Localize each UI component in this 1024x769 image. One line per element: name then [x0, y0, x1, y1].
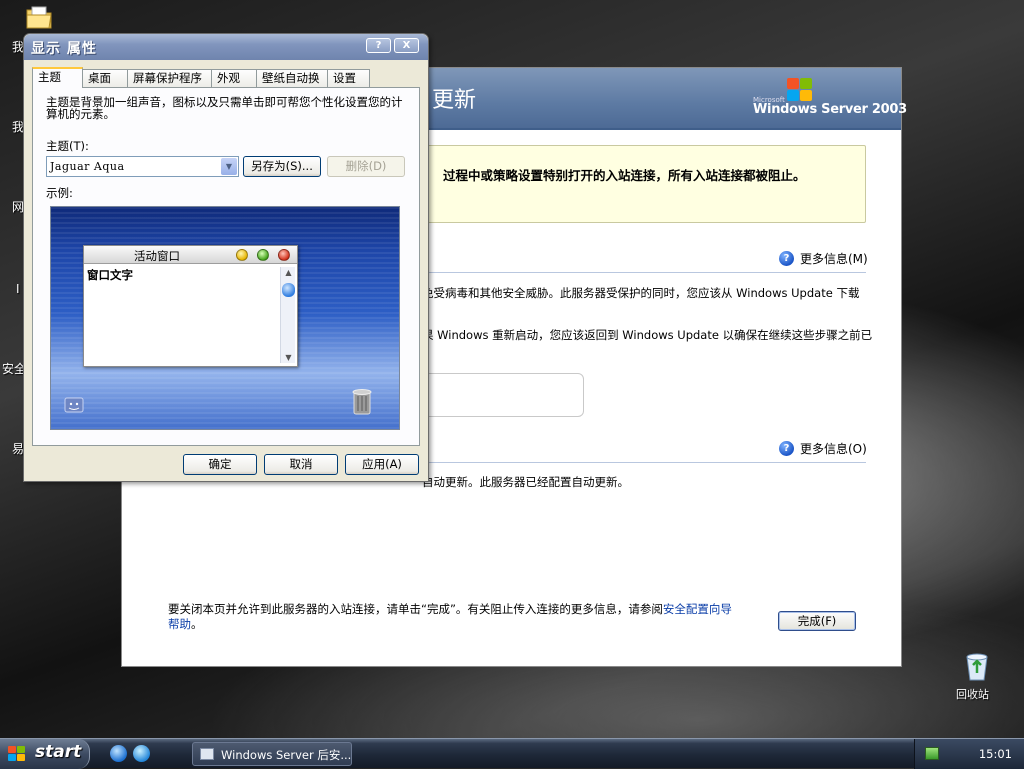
finish-button[interactable]: 完成(F) [778, 611, 856, 631]
chevron-down-icon[interactable]: ▼ [221, 158, 237, 175]
preview-active-window: 活动窗口 窗口文字 ▲ ▼ [83, 245, 298, 367]
updates-paragraph-line-1: 免受病毒和其他安全威胁。此服务器受保护的同时，您应该从 Windows Upda… [422, 286, 860, 300]
desktop-label-4[interactable]: I [16, 282, 20, 296]
more-info-label: 更多信息(M) [800, 252, 868, 266]
ok-button[interactable]: 确定 [183, 454, 257, 475]
scroll-down-icon: ▼ [285, 353, 292, 362]
updates-paragraph-line-2: 果 Windows 重新启动，您应该返回到 Windows Update 以确保… [422, 328, 873, 342]
more-info-link-1[interactable]: ? 更多信息(M) [779, 250, 868, 267]
system-tray: 15:01 [914, 739, 1024, 769]
finder-icon [63, 395, 85, 415]
taskbar-window-label: Windows Server 后安... [221, 748, 352, 762]
start-button[interactable]: start [0, 739, 90, 769]
start-label: start [35, 742, 82, 762]
windows-flag-icon [787, 78, 813, 102]
help-link[interactable]: 帮助 [168, 617, 191, 631]
help-button[interactable]: ? [366, 38, 391, 53]
theme-select-value: Jaguar Aqua [50, 160, 125, 173]
tab-desktop[interactable]: 桌面 [82, 69, 128, 88]
theme-preview: 活动窗口 窗口文字 ▲ ▼ [50, 206, 400, 430]
dialog-title-bar[interactable]: 显示 属性 ? X [24, 34, 428, 60]
update-now-link-box[interactable] [420, 373, 584, 417]
section-divider [422, 462, 866, 463]
taskbar: start Windows Server 后安... 15:01 [0, 738, 1024, 769]
tab-wallpaper-changer[interactable]: 壁纸自动换 [256, 69, 328, 88]
auto-update-paragraph: 自动更新。此服务器已经配置自动更新。 [422, 475, 629, 489]
quick-launch-browser-icon[interactable] [133, 745, 150, 762]
warning-text: 过程中或策略设置特别打开的入站连接，所有入站连接都被阻止。 [443, 168, 806, 183]
finish-instructions-text: 要关闭本页并允许到此服务器的入站连接，请单击“完成”。有关阻止传入连接的更多信息… [168, 602, 663, 616]
apply-button[interactable]: 应用(A) [345, 454, 419, 475]
finish-instructions: 要关闭本页并允许到此服务器的入站连接，请单击“完成”。有关阻止传入连接的更多信息… [168, 602, 732, 631]
close-dot-icon [278, 249, 290, 261]
dialog-title: 显示 属性 [31, 41, 97, 57]
theme-label: 主题(T): [46, 139, 89, 153]
tab-settings[interactable]: 设置 [327, 69, 370, 88]
folder-icon [26, 6, 52, 29]
help-question-icon: ? [779, 251, 794, 266]
save-as-button[interactable]: 另存为(S)... [243, 156, 321, 177]
trash-icon [351, 387, 373, 415]
windows-server-logo: Microsoft Windows Server 2003 [753, 78, 907, 120]
taskbar-window-button[interactable]: Windows Server 后安... [192, 742, 352, 766]
display-properties-dialog: 显示 属性 ? X 主题 桌面 屏幕保护程序 外观 壁纸自动换 设置 主题是背景… [23, 33, 429, 482]
section-divider [422, 272, 866, 273]
window-icon [200, 748, 214, 760]
cancel-button[interactable]: 取消 [264, 454, 338, 475]
logo-product-name: Windows Server 2003 [753, 102, 907, 117]
more-info-label: 更多信息(O) [800, 442, 867, 456]
close-button[interactable]: X [394, 38, 419, 53]
preview-scrollbar: ▲ ▼ [280, 267, 295, 363]
preview-window-text: 窗口文字 [87, 268, 133, 282]
preview-window-titlebar: 活动窗口 [84, 246, 297, 264]
desktop-icon-my-documents[interactable] [24, 2, 54, 34]
quick-launch-ie-icon[interactable] [110, 745, 127, 762]
clock: 15:01 [978, 747, 1012, 761]
tab-themes[interactable]: 主题 [32, 67, 83, 88]
themes-description: 主题是背景加一组声音，图标以及只需单击即可帮您个性化设置您的计算机的元素。 [46, 95, 403, 121]
more-info-link-2[interactable]: ? 更多信息(O) [779, 440, 867, 457]
scroll-thumb [282, 283, 295, 297]
scw-link[interactable]: 安全配置向导 [663, 602, 732, 616]
recycle-bin-label: 回收站 [956, 688, 989, 701]
recycle-bin-icon [966, 653, 988, 681]
zoom-dot-icon [257, 249, 269, 261]
desktop-icon-recycle-bin[interactable]: 回收站 [952, 648, 1002, 702]
tab-screen-saver[interactable]: 屏幕保护程序 [127, 69, 212, 88]
help-question-icon: ? [779, 441, 794, 456]
tab-strip: 主题 桌面 屏幕保护程序 外观 壁纸自动换 设置 [32, 67, 370, 88]
tab-appearance[interactable]: 外观 [211, 69, 257, 88]
scroll-up-icon: ▲ [285, 268, 292, 277]
windows-flag-icon [8, 746, 26, 762]
themes-panel: 主题是背景加一组声音，图标以及只需单击即可帮您个性化设置您的计算机的元素。 主题… [32, 87, 420, 446]
delete-button: 删除(D) [327, 156, 405, 177]
sample-label: 示例: [46, 186, 73, 200]
minimize-dot-icon [236, 249, 248, 261]
tray-network-icon[interactable] [925, 747, 939, 760]
preview-window-title: 活动窗口 [134, 249, 180, 263]
banner-title: 更新 [432, 88, 477, 113]
theme-select[interactable]: Jaguar Aqua ▼ [46, 156, 239, 177]
